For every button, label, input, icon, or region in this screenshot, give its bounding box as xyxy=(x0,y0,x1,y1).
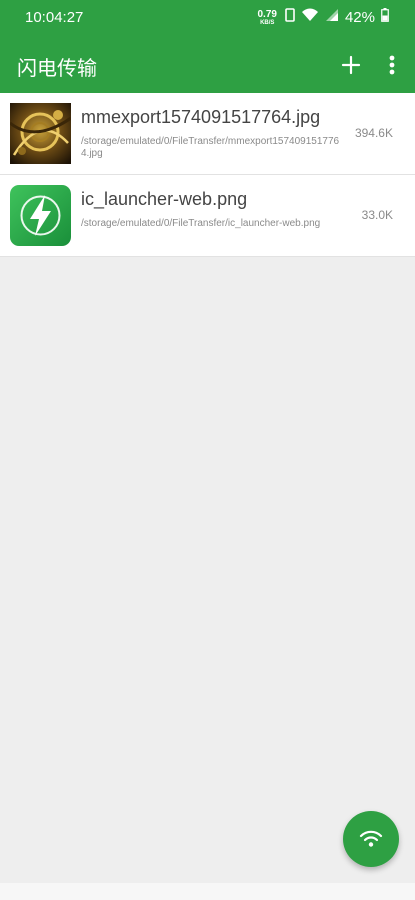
list-item[interactable]: mmexport1574091517764.jpg /storage/emula… xyxy=(0,93,415,175)
wifi-icon xyxy=(359,830,383,847)
file-name: mmexport1574091517764.jpg xyxy=(81,107,321,127)
net-speed-indicator: 0.79 KB/S xyxy=(257,8,277,26)
status-time: 10:04:27 xyxy=(25,9,84,26)
status-bar: 10:04:27 0.79 KB/S 42% xyxy=(0,0,415,36)
file-size: 394.6K xyxy=(354,126,393,140)
phone-icon xyxy=(285,8,295,27)
battery-percent: 42% xyxy=(344,9,375,26)
file-list: mmexport1574091517764.jpg /storage/emula… xyxy=(0,93,415,257)
navigation-bar xyxy=(0,883,415,900)
add-button[interactable] xyxy=(338,52,364,78)
app-title: 闪电传输 xyxy=(17,56,97,80)
file-path: /storage/emulated/0/FileTransfer/ic_laun… xyxy=(81,218,321,229)
file-size: 33.0K xyxy=(361,208,393,222)
photo-thumbnail xyxy=(10,103,71,164)
list-item[interactable]: ic_launcher-web.png /storage/emulated/0/… xyxy=(0,175,415,257)
lightning-app-icon xyxy=(10,185,71,246)
battery-icon xyxy=(381,8,389,27)
app-bar: 闪电传输 xyxy=(0,36,415,93)
status-icons: 0.79 KB/S 42% xyxy=(258,8,390,27)
plus-icon xyxy=(341,55,361,75)
wifi-signal-icon xyxy=(301,8,319,27)
cell-signal-icon xyxy=(325,8,339,27)
net-speed-value: 0.79 xyxy=(257,8,277,20)
file-path: /storage/emulated/0/FileTransfer/mmexpor… xyxy=(81,136,340,159)
wifi-share-button[interactable] xyxy=(343,811,399,867)
more-vert-icon xyxy=(389,55,395,75)
more-options-button[interactable] xyxy=(382,52,402,78)
file-name: ic_launcher-web.png xyxy=(81,189,248,209)
net-speed-unit: KB/S xyxy=(260,19,275,26)
